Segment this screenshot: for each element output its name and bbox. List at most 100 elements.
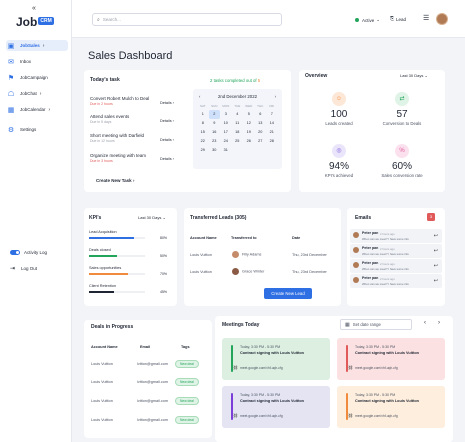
reply-icon[interactable]: ↩ (434, 248, 438, 254)
calendar-day[interactable]: 24 (220, 137, 232, 146)
calendar-day[interactable]: 11 (232, 119, 244, 128)
meeting-card[interactable]: Today, 3:30 PM - 5:30 PM Contract signing… (337, 386, 445, 428)
logout-icon: ⇥ (10, 266, 16, 272)
calendar-day[interactable]: 28 (266, 137, 278, 146)
status-dropdown[interactable]: Active ⌄ (355, 17, 380, 23)
calendar-day[interactable]: 26 (243, 137, 255, 146)
calendar-day[interactable]: 22 (197, 137, 209, 146)
sidebar-item-jobcalendar[interactable]: ▦ JobCalendar › (6, 104, 68, 115)
calendar-day[interactable]: 16 (209, 128, 221, 137)
kpi-title: KPI's (89, 215, 102, 221)
sidebar-item-inbox[interactable]: ✉ Inbox (6, 56, 68, 67)
meeting-card[interactable]: Today, 3:30 PM - 5:30 PM Contract signing… (337, 338, 445, 380)
calendar-day[interactable]: 6 (255, 110, 267, 119)
reply-icon[interactable]: ↩ (434, 263, 438, 269)
email-preview: When can we meet? I have some info (362, 237, 409, 241)
emails-count-badge: 3 (427, 213, 435, 221)
task-details-link[interactable]: Details › (160, 138, 174, 142)
activity-log-toggle[interactable]: Activity Log (10, 250, 47, 255)
sidebar-item-jobcampaign[interactable]: ⚑ JobCampaign (6, 72, 68, 83)
calendar-day[interactable]: 18 (232, 128, 244, 137)
meeting-card[interactable]: Today, 3:30 PM - 5:30 PM Contract signing… (222, 338, 330, 380)
table-cell: Louis Vuitton (91, 399, 113, 403)
task-details-link[interactable]: Details › (160, 157, 174, 161)
calendar-day[interactable]: 2 (208, 110, 220, 119)
calendar-day[interactable]: 5 (243, 110, 255, 119)
task-item[interactable]: Attend sales events Due in 5 days (90, 114, 129, 124)
calendar-day[interactable]: 8 (197, 119, 209, 128)
calendar-day[interactable]: 15 (197, 128, 209, 137)
task-details-link[interactable]: Details › (160, 119, 174, 123)
link-icon: ⛓ (233, 365, 239, 370)
meeting-link[interactable]: meet.google.com/vhf-uqh-cfg (240, 414, 283, 418)
kpi-period-dropdown[interactable]: Last 30 Days ⌄ (138, 215, 166, 220)
sidebar-item-settings[interactable]: ⚙ Settings (6, 124, 68, 135)
percent-icon: % (395, 144, 409, 158)
meeting-link[interactable]: meet.google.com/vhf-uqh-cfg (240, 366, 283, 370)
overview-period-dropdown[interactable]: Last 30 Days ⌄ (400, 73, 428, 78)
tasks-completed-text: 2 tasks completed out of 5 (210, 78, 261, 83)
table-cell: Louis Vuitton (190, 270, 212, 274)
chevron-right-icon[interactable]: › (438, 320, 440, 326)
meeting-link[interactable]: meet.google.com/vhf-uqh-cfg (355, 414, 398, 418)
calendar-day[interactable]: 31 (220, 146, 232, 155)
reply-icon[interactable]: ↩ (434, 278, 438, 284)
chevron-right-icon[interactable]: › (275, 94, 276, 99)
collapse-icon[interactable]: « (32, 5, 36, 12)
calendar-day[interactable]: 10 (220, 119, 232, 128)
calendar-day[interactable]: 19 (243, 128, 255, 137)
avatar[interactable] (436, 13, 448, 25)
avatar (353, 232, 359, 238)
gear-icon: ⚙ (7, 126, 15, 134)
calendar-day[interactable]: 30 (209, 146, 221, 155)
calendar-month: 2nd December 2022 (218, 94, 257, 99)
calendar-day[interactable]: 23 (209, 137, 221, 146)
chevron-left-icon[interactable]: ‹ (424, 320, 426, 326)
todays-task-title: Today's task (90, 77, 120, 83)
table-cell: lvitton@gmail.com (137, 399, 169, 403)
calendar-day[interactable]: 20 (255, 128, 267, 137)
task-item[interactable]: Organize meeting with team Due in 3 hour… (90, 153, 146, 163)
calendar-day[interactable]: 3 (220, 110, 232, 119)
meeting-time: Today, 3:30 PM - 5:30 PM (355, 393, 396, 397)
calendar-weekday: FRI (269, 104, 275, 108)
task-item[interactable]: Short meeting with Darfield Due in 12 ho… (90, 133, 144, 143)
calendar-day[interactable]: 13 (255, 119, 267, 128)
table-cell: Thu, 23rd December (292, 253, 327, 257)
calendar-day[interactable]: 12 (243, 119, 255, 128)
logout-button[interactable]: ⇥ Log Out (10, 265, 37, 272)
kpi-percent: 70% (160, 272, 168, 276)
lead-button[interactable]: ⎘ Lead (390, 16, 406, 22)
calendar-day[interactable]: 14 (266, 119, 278, 128)
date-range-picker[interactable]: ▦ Set date range (340, 319, 412, 330)
sidebar-item-jobsales[interactable]: ▣ JobSales › (6, 40, 68, 51)
calendar-day[interactable]: 27 (255, 137, 267, 146)
search-input[interactable]: ⌕ Search... (92, 13, 282, 26)
calendar-day[interactable]: 29 (197, 146, 209, 155)
toggle-switch[interactable] (10, 250, 20, 255)
email-item[interactable]: Peter pan 2 hours ago When can we meet? I … (350, 274, 442, 288)
sidebar-item-jobchat[interactable]: ☖ JobChat › (6, 88, 68, 99)
email-item[interactable]: Peter pan 2 hours ago When can we meet? I … (350, 259, 442, 273)
calendar-day[interactable]: 1 (197, 110, 209, 119)
create-task-button[interactable]: Create New Task › (96, 178, 134, 183)
table-cell: Grace Winter (232, 268, 264, 275)
tag-pill: New deal (175, 397, 199, 405)
deal-tag: New deal (175, 378, 199, 386)
column-header: Transferred to (231, 236, 257, 240)
calendar-day[interactable]: 17 (220, 128, 232, 137)
calendar-day[interactable]: 9 (209, 119, 221, 128)
menu-icon[interactable]: ☰ (423, 14, 429, 22)
task-item[interactable]: Convert Robert Mulch to Deal Due in 2 ho… (90, 96, 149, 106)
calendar-day[interactable]: 7 (266, 110, 278, 119)
calendar-day[interactable]: 25 (232, 137, 244, 146)
reply-icon[interactable]: ↩ (434, 233, 438, 239)
create-lead-button[interactable]: Create New Lead (264, 288, 312, 299)
email-item[interactable]: Peter pan 2 hours ago When can we meet? I … (350, 244, 442, 258)
task-details-link[interactable]: Details › (160, 101, 174, 105)
email-item[interactable]: Peter pan 2 hours ago When can we meet? I … (350, 229, 442, 243)
calendar-day[interactable]: 4 (232, 110, 244, 119)
meeting-link[interactable]: meet.google.com/vhf-uqh-cfg (355, 366, 398, 370)
meeting-card[interactable]: Today, 3:30 PM - 5:30 PM Contract signing… (222, 386, 330, 428)
calendar-day[interactable]: 21 (266, 128, 278, 137)
